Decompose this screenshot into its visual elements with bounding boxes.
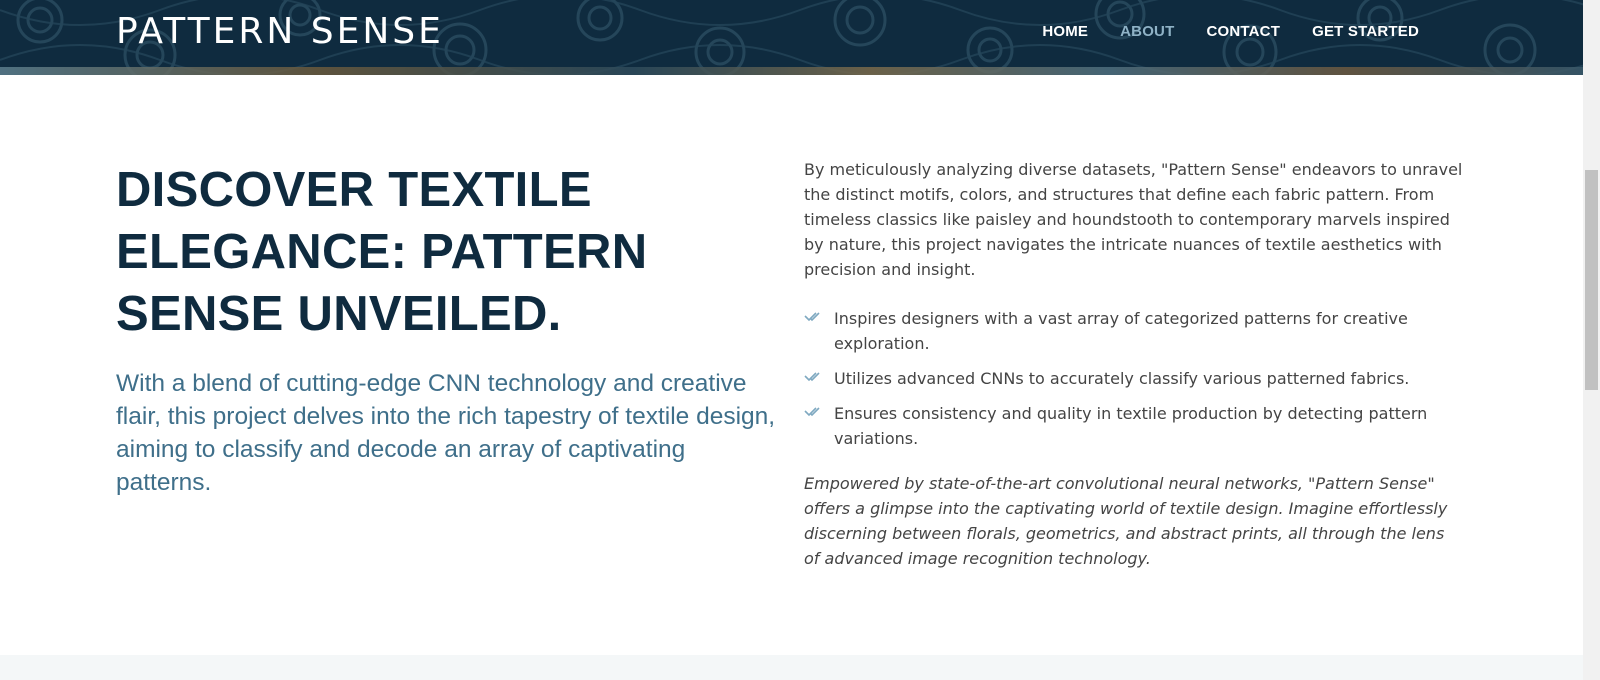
feature-item: Inspires designers with a vast array of … [804,306,1464,356]
about-right-column: By meticulously analyzing diverse datase… [804,157,1464,571]
feature-text: Utilizes advanced CNNs to accurately cla… [834,369,1410,388]
nav-get-started[interactable]: GET STARTED [1312,22,1419,42]
page-scrollbar[interactable] [1583,0,1600,680]
feature-list: Inspires designers with a vast array of … [804,306,1464,451]
scrollbar-thumb[interactable] [1585,170,1598,390]
main-nav: HOME ABOUT CONTACT GET STARTED [1042,22,1419,42]
about-headline: DISCOVER TEXTILE ELEGANCE: PATTERN SENSE… [116,163,648,341]
next-section-edge [0,655,1583,680]
about-section: DISCOVER TEXTILE ELEGANCE: PATTERN SENSE… [0,75,1583,655]
feature-text: Inspires designers with a vast array of … [834,309,1408,353]
double-check-icon [804,407,820,417]
double-check-icon [804,312,820,322]
feature-item: Ensures consistency and quality in texti… [804,401,1464,451]
about-closing-paragraph: Empowered by state-of-the-art convolutio… [804,474,1448,568]
feature-text: Ensures consistency and quality in texti… [834,404,1428,448]
nav-contact[interactable]: CONTACT [1206,22,1280,42]
site-header: PATTERN SENSE HOME ABOUT CONTACT GET STA… [0,0,1583,75]
header-fabric-strip [0,67,1583,75]
site-logo[interactable]: PATTERN SENSE [116,11,444,53]
about-intro-paragraph: By meticulously analyzing diverse datase… [804,160,1463,279]
about-subheadline: With a blend of cutting-edge CNN technol… [116,370,776,496]
double-check-icon [804,372,820,382]
nav-home[interactable]: HOME [1042,22,1088,42]
nav-about[interactable]: ABOUT [1120,22,1174,42]
feature-item: Utilizes advanced CNNs to accurately cla… [804,366,1464,391]
about-left-column: DISCOVER TEXTILE ELEGANCE: PATTERN SENSE… [116,159,776,499]
